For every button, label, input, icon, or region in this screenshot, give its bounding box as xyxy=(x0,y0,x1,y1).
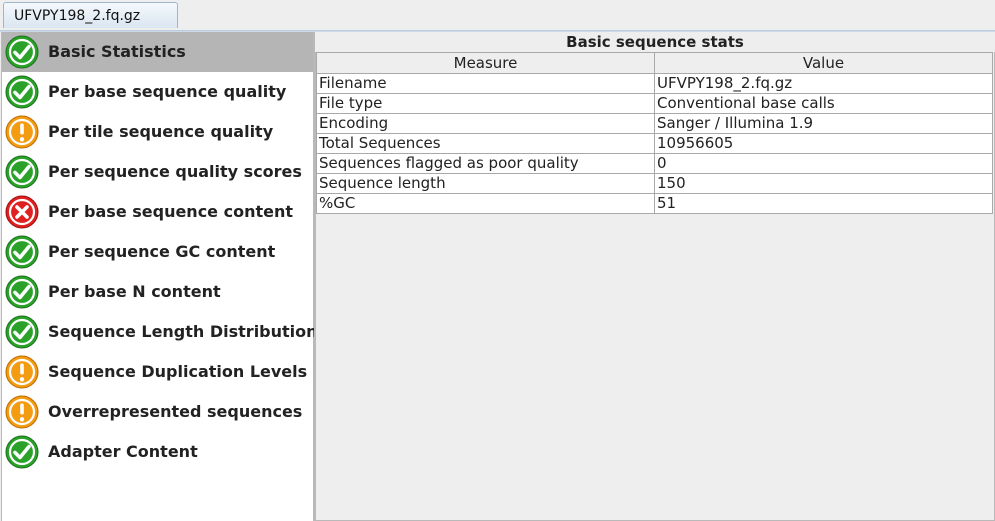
module-item-overrepresented-sequences[interactable]: Overrepresented sequences xyxy=(2,392,313,432)
pass-icon xyxy=(5,235,39,269)
table-row[interactable]: File type Conventional base calls xyxy=(316,93,993,114)
measure-cell: File type xyxy=(316,93,655,114)
module-label: Per tile sequence quality xyxy=(48,122,274,141)
value-cell: UFVPY198_2.fq.gz xyxy=(654,73,993,94)
module-label: Adapter Content xyxy=(48,442,198,461)
module-list: Basic Statistics Per base sequence quali… xyxy=(1,32,318,521)
warn-icon xyxy=(5,115,39,149)
module-label: Per sequence GC content xyxy=(48,242,276,261)
pass-icon xyxy=(5,315,39,349)
module-item-per-base-sequence-content[interactable]: Per base sequence content xyxy=(2,192,313,232)
column-header-measure[interactable]: Measure xyxy=(316,52,655,74)
pass-icon xyxy=(5,75,39,109)
warn-icon xyxy=(5,395,39,429)
column-header-value[interactable]: Value xyxy=(654,52,993,74)
module-label: Sequence Length Distribution xyxy=(48,322,318,341)
module-item-per-sequence-gc-content[interactable]: Per sequence GC content xyxy=(2,232,313,272)
module-item-per-base-n-content[interactable]: Per base N content xyxy=(2,272,313,312)
pass-icon xyxy=(5,35,39,69)
table-row[interactable]: Filename UFVPY198_2.fq.gz xyxy=(316,73,993,94)
value-cell: Sanger / Illumina 1.9 xyxy=(654,113,993,134)
table-row[interactable]: %GC 51 xyxy=(316,193,993,214)
module-item-sequence-duplication-levels[interactable]: Sequence Duplication Levels xyxy=(2,352,313,392)
stats-table: Measure Value Filename UFVPY198_2.fq.gz F… xyxy=(316,52,993,214)
table-row[interactable]: Sequence length 150 xyxy=(316,173,993,194)
module-item-basic-statistics[interactable]: Basic Statistics xyxy=(2,32,313,72)
module-label: Basic Statistics xyxy=(48,42,186,61)
value-cell: 51 xyxy=(654,193,993,214)
tab-file[interactable]: UFVPY198_2.fq.gz xyxy=(3,2,178,28)
pass-icon xyxy=(5,435,39,469)
module-item-per-sequence-quality-scores[interactable]: Per sequence quality scores xyxy=(2,152,313,192)
module-label: Per base sequence content xyxy=(48,202,294,221)
value-cell: 10956605 xyxy=(654,133,993,154)
results-panel: Basic sequence stats Measure Value Filen… xyxy=(314,32,995,521)
measure-cell: Total Sequences xyxy=(316,133,655,154)
module-item-sequence-length-distribution[interactable]: Sequence Length Distribution xyxy=(2,312,318,352)
measure-cell: %GC xyxy=(316,193,655,214)
fail-icon xyxy=(5,195,39,229)
table-header-row: Measure Value xyxy=(316,52,993,74)
pass-icon xyxy=(5,275,39,309)
measure-cell: Sequence length xyxy=(316,173,655,194)
warn-icon xyxy=(5,355,39,389)
module-label: Overrepresented sequences xyxy=(48,402,303,421)
module-item-per-tile-sequence-quality[interactable]: Per tile sequence quality xyxy=(2,112,313,152)
table-row[interactable]: Encoding Sanger / Illumina 1.9 xyxy=(316,113,993,134)
module-label: Per sequence quality scores xyxy=(48,162,302,181)
value-cell: 0 xyxy=(654,153,993,174)
pass-icon xyxy=(5,155,39,189)
value-cell: Conventional base calls xyxy=(654,93,993,114)
measure-cell: Encoding xyxy=(316,113,655,134)
table-row[interactable]: Sequences flagged as poor quality 0 xyxy=(316,153,993,174)
table-row[interactable]: Total Sequences 10956605 xyxy=(316,133,993,154)
results-title: Basic sequence stats xyxy=(566,33,744,51)
module-label: Sequence Duplication Levels xyxy=(48,362,308,381)
measure-cell: Filename xyxy=(316,73,655,94)
module-item-per-base-sequence-quality[interactable]: Per base sequence quality xyxy=(2,72,313,112)
value-cell: 150 xyxy=(654,173,993,194)
measure-cell: Sequences flagged as poor quality xyxy=(316,153,655,174)
module-label: Per base sequence quality xyxy=(48,82,287,101)
main-panel: Basic Statistics Per base sequence quali… xyxy=(0,31,995,521)
module-item-adapter-content[interactable]: Adapter Content xyxy=(2,432,313,472)
tab-strip: UFVPY198_2.fq.gz xyxy=(0,0,995,31)
module-label: Per base N content xyxy=(48,282,221,301)
